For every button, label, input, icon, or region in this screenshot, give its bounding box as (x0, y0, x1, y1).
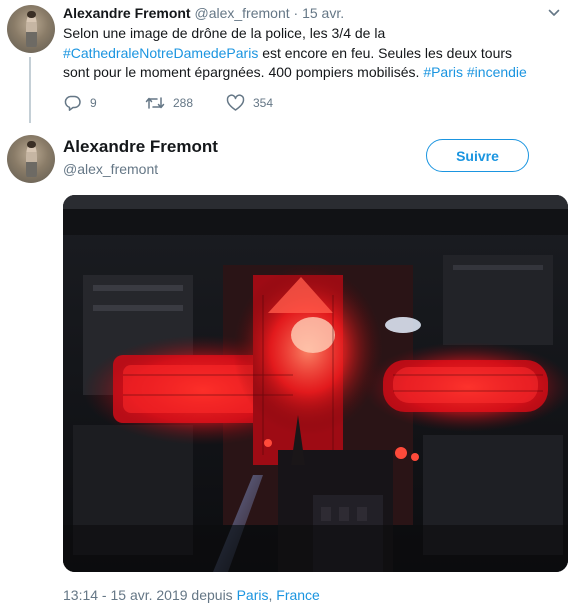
hashtag-link[interactable]: #Paris (423, 64, 463, 80)
reply-button[interactable]: 9 (63, 93, 97, 113)
drone-fire-photo (63, 195, 568, 572)
avatar-figure (26, 143, 37, 178)
author-name[interactable]: Alexandre Fremont (63, 5, 191, 21)
header-separator: · (293, 5, 299, 21)
tweet-footer: 13:14 - 15 avr. 2019 depuis Paris, Franc… (63, 586, 320, 604)
reply-icon (64, 95, 81, 111)
place-link[interactable]: Paris (237, 587, 269, 603)
author-name[interactable]: Alexandre Fremont (63, 137, 218, 157)
retweet-icon (145, 97, 165, 109)
avatar[interactable] (7, 135, 55, 183)
tweet-text-part: Selon une image de drône de la police, l… (63, 25, 386, 41)
heart-icon (226, 94, 245, 111)
reply-count: 9 (90, 96, 97, 110)
retweet-button[interactable]: 288 (145, 93, 193, 113)
tweet-text: Selon une image de drône de la police, l… (63, 24, 533, 83)
retweet-count: 288 (173, 96, 194, 110)
tweet-photo[interactable] (63, 195, 568, 572)
tweet-timestamp[interactable]: 15 avr. (302, 5, 344, 21)
tweet-datetime[interactable]: 13:14 - 15 avr. 2019 depuis (63, 587, 237, 603)
place-link[interactable]: France (276, 587, 320, 603)
like-button[interactable]: 354 (226, 93, 273, 113)
hashtag-link[interactable]: #CathedraleNotreDamedeParis (63, 45, 258, 61)
author-handle[interactable]: @alex_fremont (194, 5, 289, 21)
like-count: 354 (253, 96, 274, 110)
hashtag-link[interactable]: #incendie (467, 64, 527, 80)
author-handle[interactable]: @alex_fremont (63, 160, 158, 178)
chevron-down-icon[interactable] (548, 7, 560, 19)
thread-parent-tweet[interactable]: Alexandre Fremont @alex_fremont · 15 avr… (0, 0, 580, 128)
tweet-header: Alexandre Fremont @alex_fremont · 15 avr… (63, 4, 344, 22)
avatar-figure (26, 13, 37, 48)
avatar[interactable] (7, 5, 55, 53)
focused-tweet: Alexandre Fremont @alex_fremont Suivre 1… (0, 128, 580, 614)
follow-button[interactable]: Suivre (426, 139, 529, 172)
thread-connector-line (29, 57, 31, 123)
